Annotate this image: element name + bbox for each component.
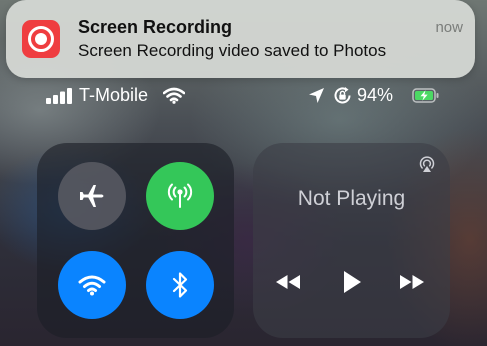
battery-charging-icon bbox=[412, 88, 439, 103]
wifi-icon bbox=[163, 87, 185, 104]
play-icon[interactable] bbox=[342, 270, 362, 294]
bluetooth-icon bbox=[172, 272, 188, 298]
cellular-data-toggle[interactable] bbox=[146, 162, 214, 230]
battery-percentage: 94% bbox=[357, 85, 394, 105]
notification-body: Screen Recording video saved to Photos bbox=[78, 41, 387, 60]
notification-time: now bbox=[435, 19, 463, 36]
rewind-icon[interactable] bbox=[275, 274, 301, 290]
airplane-icon bbox=[80, 185, 104, 207]
cellular-signal-icon bbox=[46, 88, 72, 104]
carrier-name: T-Mobile bbox=[79, 85, 149, 105]
notification-title: Screen Recording bbox=[78, 17, 233, 37]
cellular-antenna-icon bbox=[167, 183, 193, 208]
status-bar: T-Mobile 94% bbox=[46, 85, 446, 107]
notification-banner[interactable]: Screen Recording Screen Recording video … bbox=[6, 0, 475, 78]
wifi-toggle[interactable] bbox=[58, 251, 126, 319]
airplane-mode-toggle[interactable] bbox=[58, 162, 126, 230]
screen-recording-icon bbox=[22, 20, 60, 58]
now-playing-title: Not Playing bbox=[297, 187, 406, 210]
fast-forward-icon[interactable] bbox=[399, 274, 425, 290]
airplay-icon[interactable] bbox=[418, 155, 436, 173]
now-playing-module[interactable]: Not Playing bbox=[253, 143, 450, 338]
wifi-icon bbox=[78, 275, 106, 296]
rotation-lock-icon bbox=[334, 87, 351, 104]
bluetooth-toggle[interactable] bbox=[146, 251, 214, 319]
connectivity-module[interactable] bbox=[37, 143, 234, 338]
location-arrow-icon bbox=[309, 88, 324, 103]
